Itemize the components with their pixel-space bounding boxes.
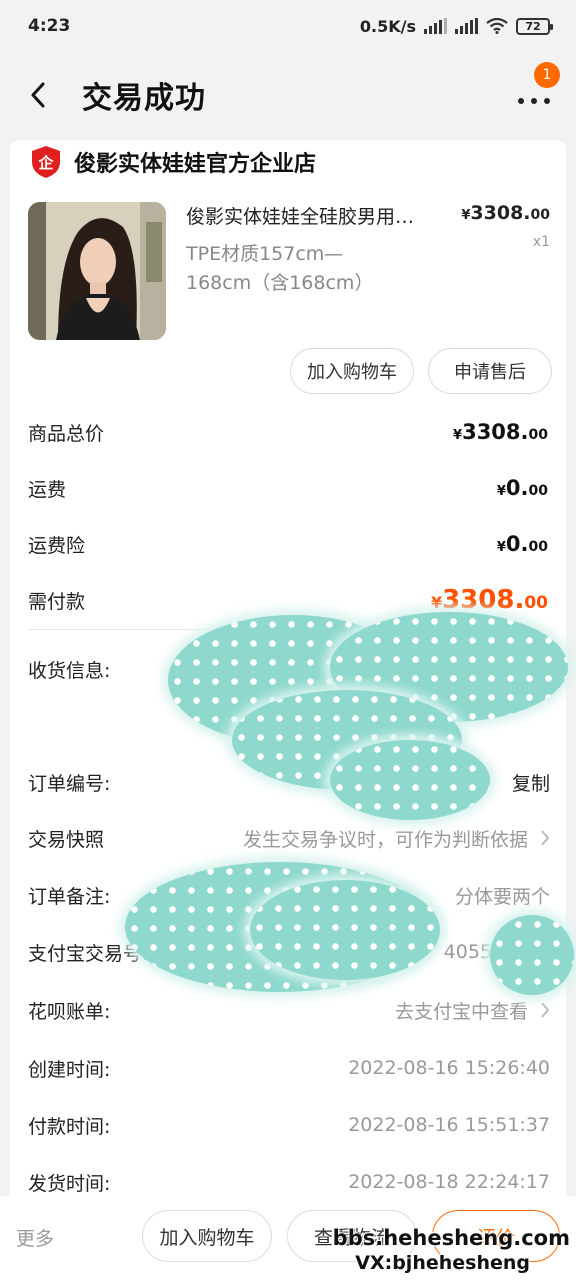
chevron-right-icon: [541, 830, 550, 846]
shipped-time-label: 发货时间:: [28, 1172, 111, 1195]
shipping-fee-label: 运费: [28, 478, 67, 501]
order-remark-label: 订单备注:: [28, 885, 111, 908]
product-title[interactable]: 俊影实体娃娃全硅胶男用…: [186, 202, 450, 229]
redaction-blob: [250, 880, 440, 980]
status-icons: 0.5K/s 72: [359, 16, 553, 36]
shipping-insurance-label: 运费险: [28, 534, 86, 557]
shipped-time-value: 2022-08-18 22:24:17: [348, 1171, 550, 1193]
product-quantity: x1: [532, 234, 550, 250]
shipping-insurance-row: 运费险 ¥0.00: [28, 524, 548, 564]
chevron-right-icon: [541, 1002, 550, 1018]
add-to-cart-button[interactable]: 加入购物车: [290, 348, 414, 394]
more-dots-icon: [518, 98, 550, 104]
goods-total-row: 商品总价 ¥3308.00: [28, 412, 548, 452]
copy-order-number-button[interactable]: 复制: [512, 769, 550, 796]
more-actions-button[interactable]: 更多: [16, 1224, 54, 1251]
watermark-line: VX:bjhehesheng: [355, 1252, 530, 1274]
shipping-insurance-value: ¥0.00: [496, 532, 548, 556]
chevron-left-icon: [31, 82, 45, 108]
alipay-trade-no-value: 4055: [443, 941, 492, 963]
shipping-fee-value: ¥0.00: [496, 476, 548, 500]
order-remark-value: 分体要两个: [454, 885, 550, 908]
enterprise-shop-icon: 企: [32, 146, 60, 178]
created-time-row: 创建时间: 2022-08-16 15:26:40: [28, 1048, 550, 1088]
watermark-line: bbs.hehesheng.com: [332, 1226, 570, 1250]
paid-time-value: 2022-08-16 15:51:37: [348, 1114, 550, 1136]
created-time-value: 2022-08-16 15:26:40: [348, 1057, 550, 1079]
shipping-info-label: 收货信息:: [28, 659, 111, 682]
product-spec-line: TPE材质157cm—: [186, 243, 344, 265]
price-integer: 3308.: [470, 202, 531, 224]
signal-hd-icon: [455, 18, 478, 34]
trade-snapshot-label: 交易快照: [28, 828, 105, 851]
network-speed: 0.5K/s: [359, 16, 416, 36]
huabei-bill-link: 去支付宝中查看: [394, 1000, 528, 1023]
wifi-icon: [486, 18, 508, 34]
product-spec-line: 168cm（含168cm）: [186, 272, 374, 294]
shop-header[interactable]: 企 俊影实体娃娃官方企业店: [30, 142, 316, 182]
signal-icon: [424, 18, 447, 34]
notification-badge: 1: [534, 62, 560, 88]
product-image[interactable]: [28, 202, 166, 340]
product-price: ¥3308.00: [461, 202, 550, 224]
svg-text:企: 企: [37, 154, 54, 172]
paid-time-label: 付款时间:: [28, 1115, 111, 1138]
product-photo: [28, 202, 166, 340]
redaction-blob: [330, 740, 490, 820]
more-menu-button[interactable]: 1: [516, 62, 560, 110]
page-title: 交易成功: [82, 81, 206, 116]
huabei-bill-row[interactable]: 花呗账单: 去支付宝中查看: [28, 990, 550, 1030]
back-button[interactable]: [24, 75, 52, 115]
price-decimal: 00: [530, 207, 550, 223]
paid-time-row: 付款时间: 2022-08-16 15:51:37: [28, 1105, 550, 1145]
bottom-add-to-cart-button[interactable]: 加入购物车: [142, 1210, 272, 1262]
nav-bar: 交易成功 1: [0, 52, 576, 138]
created-time-label: 创建时间:: [28, 1058, 111, 1081]
huabei-bill-label: 花呗账单:: [28, 1000, 111, 1023]
goods-total-value: ¥3308.00: [453, 420, 548, 444]
battery-icon: 72: [516, 17, 553, 35]
goods-total-label: 商品总价: [28, 422, 105, 445]
shipping-fee-row: 运费 ¥0.00: [28, 468, 548, 508]
trade-snapshot-hint: 发生交易争议时，可作为判断依据: [242, 828, 528, 851]
product-spec: TPE材质157cm— 168cm（含168cm）: [186, 240, 386, 298]
order-number-label: 订单编号:: [28, 772, 111, 795]
trade-snapshot-row[interactable]: 交易快照 发生交易争议时，可作为判断依据: [28, 818, 550, 858]
amount-payable-label: 需付款: [28, 590, 86, 613]
redaction-blob: [490, 915, 574, 995]
status-bar: 4:23 0.5K/s 72: [0, 0, 576, 52]
status-time: 4:23: [28, 16, 71, 36]
amount-payable-value: ¥3308.00: [430, 585, 548, 615]
apply-after-sale-button[interactable]: 申请售后: [428, 348, 552, 394]
shop-name: 俊影实体娃娃官方企业店: [74, 152, 317, 177]
